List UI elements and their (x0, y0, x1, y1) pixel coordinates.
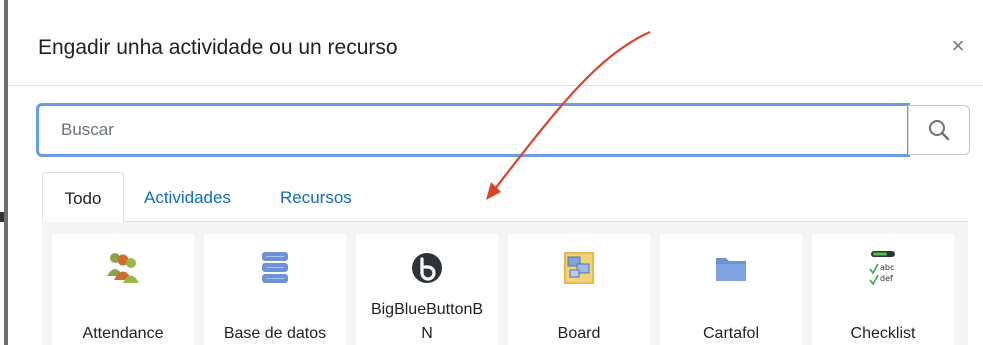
module-label: Board (557, 325, 601, 342)
close-button[interactable]: × (947, 34, 969, 58)
bigbluebutton-icon (412, 253, 442, 283)
folder-icon (716, 258, 746, 281)
attendance-people-icon (107, 253, 139, 283)
module-label: Base de datos (223, 325, 327, 342)
module-card-attendance[interactable]: Attendance (52, 234, 194, 345)
module-tabs: Todo Actividades Recursos (42, 172, 968, 223)
background-page-marker (0, 212, 4, 222)
search-group (36, 103, 970, 157)
dialog-title: Engadir unha actividade ou un recurso (38, 36, 398, 59)
add-activity-dialog: Engadir unha actividade ou un recurso × … (8, 0, 983, 345)
module-label: Cartafol (702, 325, 760, 342)
module-card-checklist[interactable]: abc def Checklist (812, 234, 954, 345)
tab-actividades[interactable]: Actividades (144, 172, 231, 222)
search-button[interactable] (908, 105, 970, 155)
module-card-base-de-datos[interactable]: Base de datos (204, 234, 346, 345)
svg-text:abc: abc (880, 263, 894, 272)
checklist-icon: abc def (869, 251, 895, 286)
tab-recursos[interactable]: Recursos (280, 172, 352, 222)
module-label: Attendance (82, 325, 164, 342)
board-icon (564, 252, 594, 284)
page-left-edge (0, 0, 8, 345)
module-label: Checklist (850, 325, 916, 342)
search-input[interactable] (36, 103, 910, 157)
module-label: BigBlueButtonB N (370, 301, 484, 342)
close-icon: × (951, 33, 965, 58)
dialog-header: Engadir unha actividade ou un recurso × (8, 0, 983, 86)
search-icon (929, 120, 950, 141)
svg-text:def: def (880, 274, 893, 283)
database-icon (262, 252, 288, 283)
module-card-cartafol[interactable]: Cartafol (660, 234, 802, 345)
tab-todo[interactable]: Todo (42, 172, 124, 223)
module-card-bigbluebutton[interactable]: BigBlueButtonB N (356, 234, 498, 345)
module-card-board[interactable]: Board (508, 234, 650, 345)
